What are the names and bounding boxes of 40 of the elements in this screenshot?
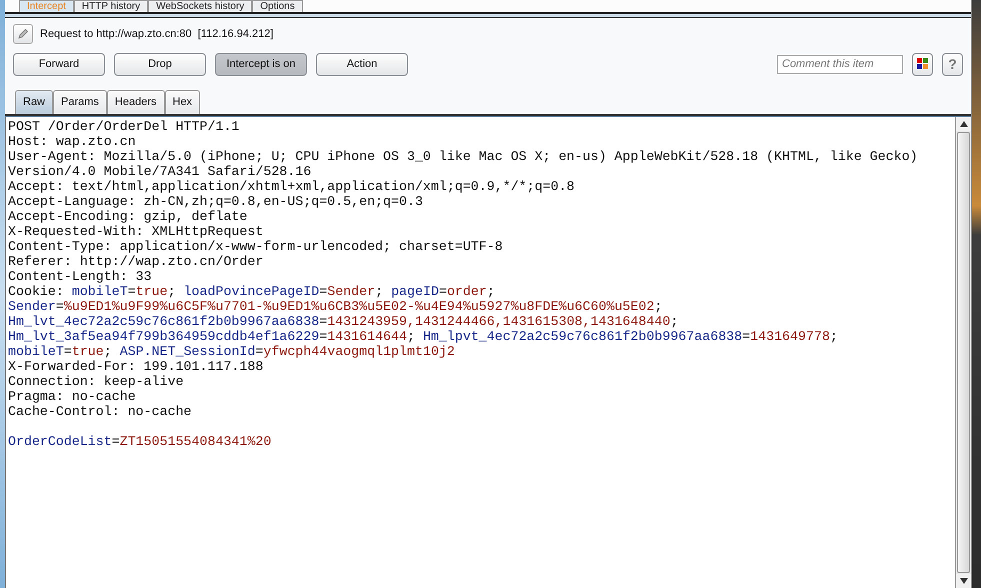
pencil-icon[interactable] <box>13 24 33 44</box>
tab[interactable]: HTTP history <box>74 0 148 12</box>
request-info: Request to http://wap.zto.cn:80 [112.16.94.212] <box>40 28 274 40</box>
code-line: Sender=%u9ED1%u9F99%u6C5F%u7701-%u9ED1%u6CB3%u5E02-%u4E94%u5927%u8FDE%u6C60%u5E02; <box>8 299 664 314</box>
scroll-down-icon[interactable] <box>960 578 968 584</box>
code-line: POST /Order/OrderDel HTTP/1.1 <box>8 119 240 134</box>
code-line: User-Agent: Mozilla/5.0 (iPhone; U; CPU iPhone OS 3_0 like Mac OS X; en-us) AppleWebKit/528.18 (KHTML, like Gecko) <box>8 149 919 164</box>
help-button[interactable]: ? <box>942 52 963 76</box>
tab[interactable]: Hex <box>164 90 200 114</box>
code-line: Host: wap.zto.cn <box>8 134 137 149</box>
code-line: X-Forwarded-For: 199.101.117.188 <box>8 359 264 374</box>
code-line: Content-Length: 33 <box>8 269 153 284</box>
toolbar-button[interactable]: Action <box>316 52 408 76</box>
code-line: Accept-Language: zh-CN,zh;q=0.8,en-US;q=0.5,en;q=0.3 <box>8 194 424 209</box>
toolbar-button[interactable]: Drop <box>114 52 206 76</box>
color-grid-icon[interactable] <box>912 52 933 76</box>
toolbar-button[interactable]: Intercept is on <box>215 52 307 76</box>
tab[interactable]: Raw <box>15 90 54 114</box>
code-line: Hm_lvt_4ec72a2c59c76c861f2b0b9967aa6838=1431243959,1431244466,1431615308,1431648440; <box>8 314 680 329</box>
code-line: Version/4.0 Mobile/7A341 Safari/528.16 <box>8 164 312 179</box>
tab[interactable]: Headers <box>106 90 164 114</box>
code-line: Cookie: mobileT=true; loadPovincePageID=Sender; pageID=order; <box>8 284 496 299</box>
tab[interactable]: WebSockets history <box>148 0 252 12</box>
code-line: X-Requested-With: XMLHttpRequest <box>8 224 264 239</box>
code-line: Accept-Encoding: gzip, deflate <box>8 209 248 224</box>
code-line: Accept: text/html,application/xhtml+xml,application/xml;q=0.9,*/*;q=0.8 <box>8 179 576 194</box>
toolbar-button[interactable]: Forward <box>13 52 105 76</box>
code-line: Pragma: no-cache <box>8 389 137 404</box>
code-line: Hm_lvt_3af5ea94f799b364959cddb4ef1a6229=1431614644; Hm_lpvt_4ec72a2c59c76c861f2b0b9967aa6838=1431649778; <box>8 329 839 344</box>
scrollbar[interactable] <box>955 117 971 588</box>
code-line: Cache-Control: no-cache <box>8 404 193 419</box>
scroll-up-icon[interactable] <box>960 121 968 127</box>
tab[interactable]: Options <box>252 0 303 12</box>
tab[interactable]: Params <box>53 90 107 114</box>
comment-field[interactable]: Comment this item <box>777 54 903 74</box>
code-line: Content-Type: application/x-www-form-urlencoded; charset=UTF-8 <box>8 239 504 254</box>
code-line: Connection: keep-alive <box>8 374 185 389</box>
code-line: OrderCodeList=ZT15051554084341%20 <box>8 434 272 449</box>
code-line: mobileT=true; ASP.NET_SessionId=yfwcph44vaogmql1plmt10j2 <box>8 344 456 359</box>
code-line: Referer: http://wap.zto.cn/Order <box>8 254 264 269</box>
